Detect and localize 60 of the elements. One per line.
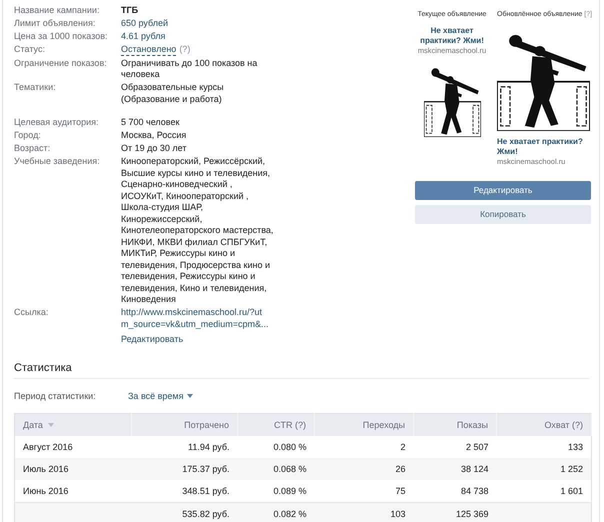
table-cell: 175.37 руб. bbox=[182, 464, 230, 474]
caret-icon bbox=[187, 394, 194, 398]
field-value: 4.61 рубля bbox=[121, 31, 166, 42]
ad-title[interactable]: Не хватает практики? Жми! bbox=[420, 26, 484, 46]
table-cell: 348.51 руб. bbox=[182, 486, 230, 496]
field-label: Название кампании: bbox=[14, 5, 100, 16]
table-cell: 1 601 bbox=[560, 486, 583, 496]
column-header[interactable]: CTR (?) bbox=[274, 420, 306, 430]
field-value: Кинооператорский, Режиссёрский, Высшие курсы кино и телевидения, Сценарно-киноведческий , ИСОУКиТ, Кинооператорский , Школа-студия ШАР, Кинорежиссерский, Кинотелеоператорского мастерства, НИКФИ, МКВИ филиал СПБГУКиТ, МИКТиР, Режиссуры кино и телевидения, Продюсерства кино и телевидения, Режиссуры кино и телевидения, Кино и телевидения, Киноведения bbox=[121, 156, 274, 306]
help-link[interactable]: (?) bbox=[179, 44, 190, 56]
period-dropdown[interactable]: За всё время bbox=[128, 390, 194, 400]
table-cell: 2 507 bbox=[466, 442, 488, 452]
table-cell: 0.068 % bbox=[273, 464, 306, 474]
field-label: Статус: bbox=[14, 44, 46, 56]
table-cell: 11.94 руб. bbox=[188, 442, 230, 452]
field-value: 650 рублей bbox=[121, 18, 168, 30]
column-header[interactable]: Потрачено bbox=[184, 420, 229, 430]
field-label: Лимит объявления: bbox=[14, 18, 96, 30]
table-cell: Июнь 2016 bbox=[23, 486, 68, 496]
column-header[interactable]: Показы bbox=[456, 420, 488, 430]
total-cell: 0.082 % bbox=[273, 508, 306, 518]
field-value: Ограничивать до 100 показов на человека bbox=[121, 58, 258, 80]
field-label: Тематики: bbox=[14, 82, 57, 94]
column-header[interactable]: Дата bbox=[23, 420, 43, 430]
period-label: Период статистики: bbox=[14, 390, 97, 400]
field-label: Цена за 1000 показов: bbox=[14, 31, 109, 42]
table-cell: 133 bbox=[568, 442, 583, 452]
field-label: Возраст: bbox=[14, 143, 52, 154]
table-cell: 2 bbox=[400, 442, 406, 452]
field-value: Образовательные курсы (Образование и работа) bbox=[121, 82, 225, 105]
ad-link[interactable]: http://www.mskcinemaschool.ru/?utm_source=vk&utm_medium=cpm&... bbox=[121, 307, 269, 330]
field-value: ТГБ bbox=[121, 5, 138, 16]
field-label: Город: bbox=[14, 130, 42, 142]
section-heading: Статистика bbox=[14, 362, 589, 378]
table-cell: 84 738 bbox=[460, 486, 488, 496]
ad-title[interactable]: Не хватает практики? Жми! bbox=[497, 137, 591, 157]
field-value: Москва, Россия bbox=[121, 130, 186, 142]
field-value: 5 700 человек bbox=[121, 117, 180, 128]
total-cell: 125 369 bbox=[456, 508, 488, 518]
field-label: Ограничение показов: bbox=[14, 58, 108, 70]
total-cell: 535.82 руб. bbox=[182, 508, 230, 518]
copy-button[interactable]: Копировать bbox=[415, 205, 591, 224]
table-cell: 38 124 bbox=[460, 464, 488, 474]
total-cell: 103 bbox=[390, 508, 406, 518]
table-cell: 75 bbox=[395, 486, 406, 496]
table-cell: Август 2016 bbox=[23, 442, 73, 452]
column-header[interactable]: Охват (?) bbox=[544, 420, 583, 430]
table-cell: 26 bbox=[395, 464, 406, 474]
status-link[interactable]: Остановлено bbox=[121, 44, 176, 56]
column-header[interactable]: Переходы bbox=[362, 420, 405, 430]
edit-button[interactable]: Редактировать bbox=[415, 181, 591, 200]
field-label: Учебные заведения: bbox=[14, 156, 101, 168]
table-cell: Июль 2016 bbox=[23, 464, 68, 474]
table-cell: 0.089 % bbox=[273, 486, 306, 496]
field-value: От 19 до 30 лет bbox=[121, 143, 186, 154]
field-label: Целевая аудитория: bbox=[14, 117, 100, 128]
edit-link[interactable]: Редактировать bbox=[121, 334, 184, 346]
table-cell: 1 252 bbox=[560, 464, 583, 474]
table-cell: 0.080 % bbox=[273, 442, 306, 452]
field-label: Ссылка: bbox=[14, 307, 50, 319]
